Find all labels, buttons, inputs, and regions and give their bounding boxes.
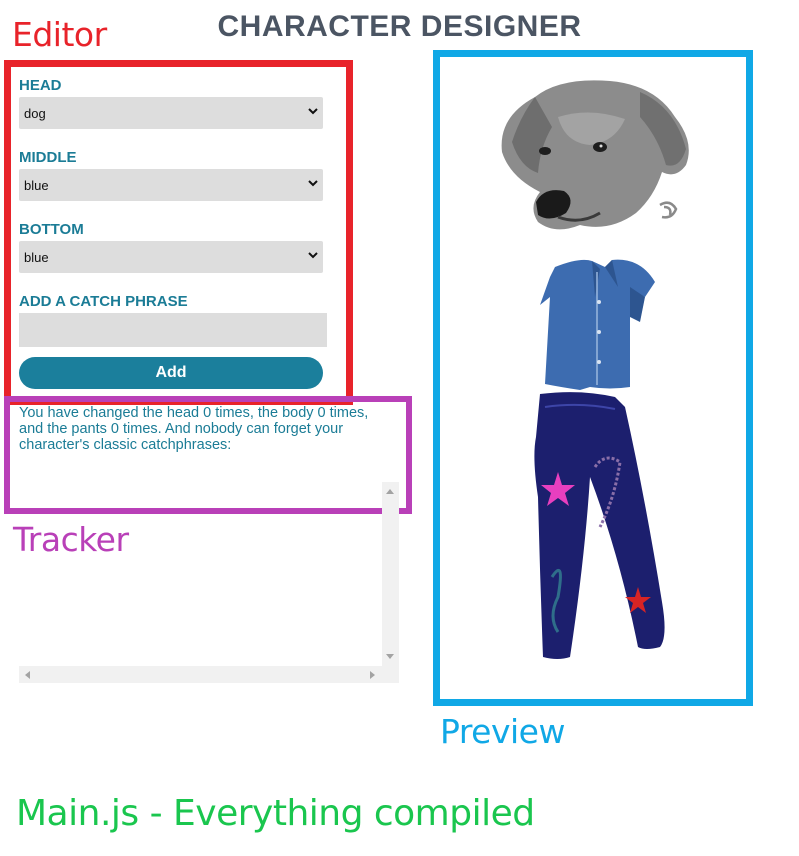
scroll-right-arrow[interactable]	[370, 671, 375, 679]
dog-head-image	[501, 80, 689, 230]
tracker-vertical-scrollbar[interactable]	[382, 482, 399, 666]
head-label: HEAD	[19, 77, 62, 94]
scroll-left-arrow[interactable]	[25, 671, 30, 679]
chevron-down-icon	[308, 108, 318, 115]
tracker-text: You have changed the head 0 times, the b…	[19, 405, 369, 453]
bottom-select[interactable]: blue	[19, 241, 323, 273]
chevron-down-icon	[308, 252, 318, 259]
head-select-value: dog	[24, 106, 46, 121]
middle-label: MIDDLE	[19, 149, 77, 166]
blue-pants-image	[534, 392, 665, 659]
bottom-select-value: blue	[24, 250, 49, 265]
scroll-down-arrow[interactable]	[386, 654, 394, 659]
bottom-label: BOTTOM	[19, 221, 84, 238]
preview-annotation: Preview	[440, 712, 565, 751]
middle-select[interactable]: blue	[19, 169, 323, 201]
chevron-down-icon	[308, 180, 318, 187]
character-preview	[501, 80, 689, 659]
editor-annotation: Editor	[12, 15, 107, 54]
catchphrase-input[interactable]	[19, 313, 327, 347]
middle-select-value: blue	[24, 178, 49, 193]
tracker-annotation: Tracker	[13, 520, 129, 559]
main-annotation: Main.js - Everything compiled	[16, 793, 535, 834]
catchphrase-label: ADD A CATCH PHRASE	[19, 293, 188, 310]
head-select[interactable]: dog	[19, 97, 323, 129]
add-button[interactable]: Add	[19, 357, 323, 389]
tracker-horizontal-scrollbar[interactable]	[19, 666, 399, 683]
blue-shirt-image	[540, 259, 655, 390]
page-title: CHARACTER DESIGNER	[217, 10, 582, 43]
scroll-up-arrow[interactable]	[386, 489, 394, 494]
